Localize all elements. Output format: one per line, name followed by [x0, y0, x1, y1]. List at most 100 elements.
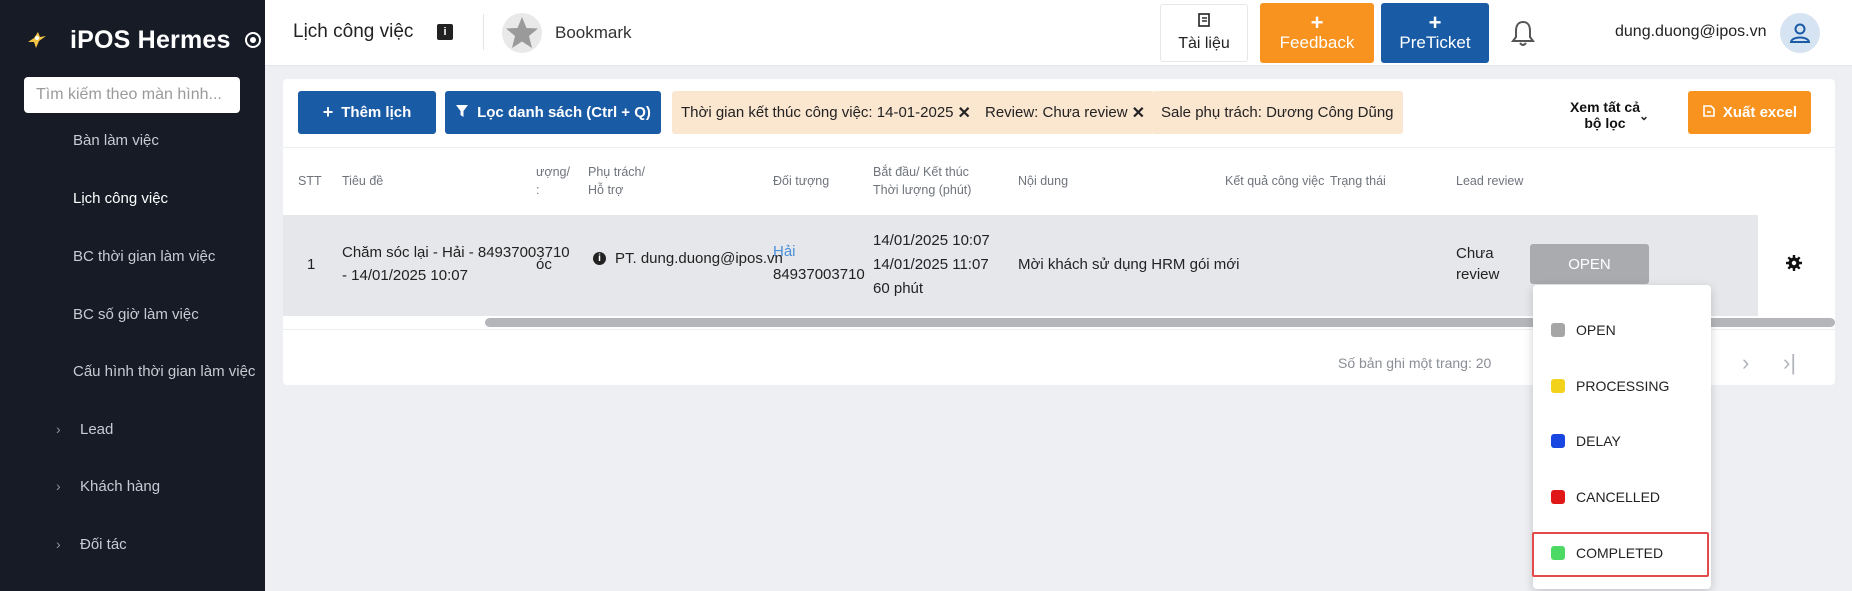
cell-stt: 1 [307, 256, 316, 273]
sidebar-search-input[interactable] [24, 77, 240, 113]
col-header-object: Đối tượng [773, 174, 830, 188]
chevron-right-icon: › [56, 421, 61, 437]
sidebar-item-cau-hinh[interactable]: Cấu hình thời gian làm việc [0, 359, 265, 383]
filter-list-label: Lọc danh sách (Ctrl + Q) [477, 104, 651, 121]
status-color-swatch [1551, 490, 1565, 504]
radio-toggle-icon[interactable] [244, 32, 261, 48]
sidebar-item-label: Cấu hình thời gian làm việc [73, 362, 256, 380]
next-page-button[interactable]: › [1742, 350, 1749, 376]
filter-chip-sale-owner[interactable]: Sale phụ trách: Dương Công Dũng [1152, 91, 1403, 134]
status-color-swatch [1551, 323, 1565, 337]
sidebar-item-lich-cong-viec[interactable]: Lịch công việc [0, 186, 265, 210]
col-header-partial: ượng/ : [536, 163, 570, 199]
filter-chip-end-time[interactable]: Thời gian kết thúc công việc: 14-01-2025… [672, 91, 980, 134]
bookmark-star-icon[interactable] [501, 12, 543, 54]
topbar: Lịch công việc i Bookmark Tài liệu + Fee… [265, 0, 1852, 66]
close-icon[interactable]: ✕ [1132, 103, 1145, 123]
sidebar-item-label: Bàn làm việc [73, 131, 159, 149]
sidebar-item-doi-tac[interactable]: › Đối tác [0, 532, 265, 556]
status-option-label: OPEN [1576, 322, 1616, 338]
export-icon [1702, 104, 1716, 122]
rows-per-page[interactable]: Số bản ghi một trang: 20 [1338, 355, 1491, 371]
user-icon [1789, 23, 1811, 43]
sidebar-item-ban-lam-viec[interactable]: Bàn làm việc [0, 128, 265, 152]
sidebar: iPOS Hermes Bàn làm việc Lịch công việc … [0, 0, 265, 591]
object-phone: 84937003710 [773, 266, 865, 283]
info-icon[interactable]: i [593, 252, 606, 265]
object-name-link[interactable]: Hải [773, 240, 865, 263]
cell-lead-review: Chưa review [1456, 243, 1499, 285]
avatar[interactable] [1780, 13, 1820, 53]
sidebar-item-lead[interactable]: › Lead [0, 417, 265, 441]
col-header-title: Tiêu đề [342, 174, 384, 188]
cell-owner: i PT. dung.duong@ipos.vn [593, 247, 783, 270]
col-header-owner-line: Hỗ trợ [588, 183, 624, 197]
add-schedule-button[interactable]: + Thêm lịch [298, 91, 436, 134]
filter-chip-review[interactable]: Review: Chưa review ✕ [976, 91, 1154, 134]
chevron-right-icon: › [56, 536, 61, 552]
status-option-label: PROCESSING [1576, 378, 1670, 394]
plus-icon: + [322, 102, 334, 122]
cell-object: Hải 84937003710 [773, 240, 865, 286]
sidebar-item-label: Lead [80, 420, 114, 438]
sidebar-item-label: Khách hàng [80, 477, 161, 495]
hermes-logo-icon [22, 26, 50, 54]
completed-highlight-box [1532, 532, 1709, 577]
status-option-delay[interactable]: DELAY [1533, 418, 1711, 464]
col-header-stt: STT [298, 174, 322, 188]
docs-button[interactable]: Tài liệu [1160, 4, 1248, 62]
sidebar-item-bc-so-gio[interactable]: BC số giờ làm việc [0, 302, 265, 326]
preticket-button[interactable]: + PreTicket [1381, 3, 1489, 63]
col-header-time-line: Bắt đầu/ Kết thúc [873, 165, 969, 179]
view-all-filters-toggle[interactable]: Xem tất cả bộ lọc [1565, 99, 1645, 131]
status-option-cancelled[interactable]: CANCELLED [1533, 474, 1711, 520]
end-time: 14/01/2025 11:07 [873, 256, 989, 273]
col-header-owner-line: Phụ trách/ [588, 165, 645, 179]
filter-icon [455, 102, 469, 123]
cell-partial: óc [536, 256, 552, 273]
filter-chip-label: Review: Chưa review [985, 104, 1128, 121]
add-schedule-label: Thêm lịch [341, 104, 412, 121]
sidebar-item-khach-hang[interactable]: › Khách hàng [0, 474, 265, 498]
col-header-lead-review: Lead review [1456, 174, 1524, 188]
divider [283, 147, 1835, 148]
col-header-time: Bắt đầu/ Kết thúc Thời lượng (phút) [873, 163, 971, 199]
col-header-content: Nội dung [1018, 174, 1069, 188]
export-excel-label: Xuất excel [1722, 104, 1798, 121]
feedback-button[interactable]: + Feedback [1260, 3, 1374, 63]
plus-icon: + [1310, 10, 1324, 35]
book-icon [1197, 13, 1212, 32]
info-icon[interactable]: i [437, 24, 453, 40]
cell-owner-email: PT. dung.duong@ipos.vn [615, 250, 783, 267]
brand[interactable]: iPOS Hermes [22, 20, 261, 60]
bookmark-label[interactable]: Bookmark [555, 23, 632, 43]
gear-icon[interactable] [1785, 254, 1803, 277]
docs-label: Tài liệu [1178, 35, 1230, 52]
start-time: 14/01/2025 10:07 [873, 232, 990, 249]
status-dropdown-button[interactable]: OPEN [1530, 244, 1649, 284]
filter-chip-label: Sale phụ trách: Dương Công Dũng [1161, 104, 1394, 121]
status-option-processing[interactable]: PROCESSING [1533, 363, 1711, 409]
last-page-button[interactable]: ›| [1783, 350, 1796, 376]
filter-chip-label: Thời gian kết thúc công việc: 14-01-2025 [681, 104, 954, 121]
duration: 60 phút [873, 280, 924, 297]
bell-icon[interactable] [1509, 18, 1537, 48]
col-header-status: Trạng thái [1330, 174, 1386, 188]
close-icon[interactable]: ✕ [958, 103, 971, 123]
col-header-owner: Phụ trách/ Hỗ trợ [588, 163, 645, 199]
col-header-result: Kết quả công việc [1225, 174, 1325, 188]
lead-review-line: Chưa [1456, 245, 1494, 262]
sidebar-item-bc-thoi-gian[interactable]: BC thời gian làm việc [0, 244, 265, 268]
feedback-label: Feedback [1279, 33, 1355, 52]
lead-review-line: review [1456, 266, 1500, 283]
sidebar-item-label: BC thời gian làm việc [73, 247, 216, 265]
export-excel-button[interactable]: Xuất excel [1688, 91, 1811, 134]
status-option-open[interactable]: OPEN [1533, 307, 1711, 353]
status-color-swatch [1551, 379, 1565, 393]
preticket-label: PreTicket [1399, 33, 1471, 52]
user-email[interactable]: dung.duong@ipos.vn [1615, 23, 1766, 41]
divider [483, 14, 484, 50]
double-chevron-down-icon[interactable]: ⌄ [1639, 109, 1649, 123]
filter-list-button[interactable]: Lọc danh sách (Ctrl + Q) [445, 91, 661, 134]
cell-content: Mời khách sử dụng HRM gói mới [1018, 256, 1240, 273]
